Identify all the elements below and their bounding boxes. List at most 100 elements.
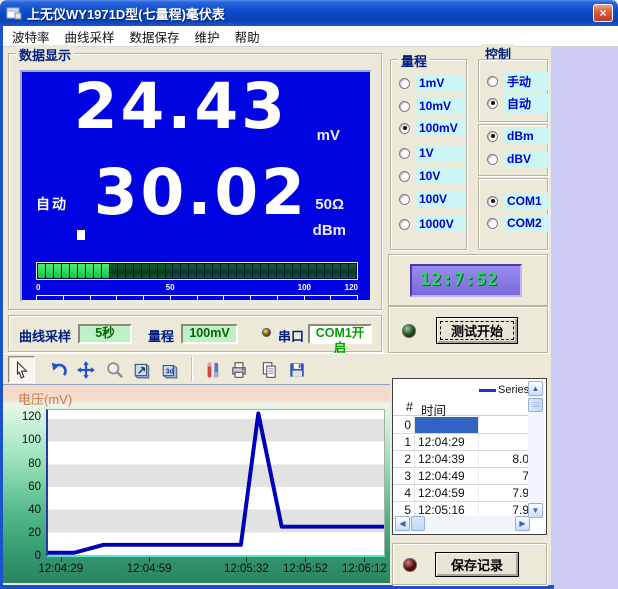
control-option-dBm[interactable]: dBm (487, 128, 550, 144)
cell-value[interactable]: 8.0 (479, 451, 529, 467)
table-header: # 时间 (393, 400, 529, 416)
radio-unselected-icon[interactable] (399, 78, 410, 89)
bar-segment (301, 264, 308, 278)
control-db-group: dBm dBV (478, 124, 548, 176)
app-icon (6, 6, 22, 20)
horizontal-scrollbar[interactable]: ◀ ▶ (395, 516, 530, 532)
cell-time[interactable]: 12:04:39 (415, 451, 479, 467)
cell-value[interactable] (479, 417, 529, 433)
radio-unselected-icon[interactable] (399, 219, 410, 230)
table-row[interactable]: 112:04:29 (393, 434, 529, 451)
scroll-left-icon[interactable]: ◀ (395, 516, 410, 531)
bar-segment (221, 264, 228, 278)
range-option-1000V[interactable]: 1000V (399, 216, 466, 232)
cell-value[interactable]: 7.9 (479, 485, 529, 501)
control-option-dBV[interactable]: dBV (487, 151, 550, 167)
control-option-COM2[interactable]: COM2 (487, 215, 550, 231)
test-group: 测试开始 (388, 306, 548, 353)
window-border-bottom (0, 585, 554, 589)
undo-button[interactable] (45, 356, 72, 383)
copy-button[interactable] (255, 356, 282, 383)
zoom-window-button[interactable] (128, 356, 155, 383)
table-row[interactable]: 212:04:398.0 (393, 451, 529, 468)
radio-selected-icon[interactable] (487, 131, 498, 142)
radio-unselected-icon[interactable] (399, 194, 410, 205)
cell-index[interactable]: 4 (393, 485, 415, 501)
save-button[interactable] (283, 356, 310, 383)
radio-unselected-icon[interactable] (399, 148, 410, 159)
secondary-unit: dBm (313, 222, 346, 239)
horizontal-scroll-thumb[interactable] (411, 516, 425, 531)
ruler-tick (170, 296, 171, 302)
radio-unselected-icon[interactable] (487, 76, 498, 87)
scroll-up-icon[interactable]: ▲ (528, 381, 543, 396)
radio-unselected-icon[interactable] (399, 101, 410, 112)
test-status-led (402, 324, 416, 338)
scroll-right-icon[interactable]: ▶ (515, 516, 530, 531)
bar-segment (253, 264, 260, 278)
rotate-3d-button[interactable]: 3d (156, 356, 183, 383)
cell-value[interactable] (479, 434, 529, 450)
title-bar: 上无仪WY1971D型(七量程)毫伏表 × (0, 0, 618, 26)
cell-index[interactable]: 0 (393, 417, 415, 433)
control-option-自动[interactable]: 自动 (487, 95, 550, 111)
range-option-10V[interactable]: 10V (399, 168, 466, 184)
lcd-display: 24.43 mV 自动 30.02 50Ω dBm 050100120 (20, 70, 372, 302)
select-cursor-icon (13, 361, 31, 379)
save-record-button[interactable]: 保存记录 (435, 552, 519, 577)
radio-unselected-icon[interactable] (487, 154, 498, 165)
control-option-手动[interactable]: 手动 (487, 73, 550, 89)
bar-segment (317, 264, 324, 278)
cell-time[interactable] (415, 417, 479, 433)
radio-selected-icon[interactable] (487, 196, 498, 207)
radio-unselected-icon[interactable] (487, 218, 498, 229)
impedance-label: 50Ω (315, 196, 344, 213)
table-row[interactable]: 0 (393, 417, 529, 434)
menu-item-3[interactable]: 数据保存 (124, 25, 189, 48)
vertical-scroll-thumb[interactable] (528, 398, 543, 412)
range-option-1mV[interactable]: 1mV (399, 75, 466, 91)
level-bar-ruler (36, 295, 358, 302)
level-bar-scale: 050100120 (36, 283, 358, 292)
select-cursor-button[interactable] (8, 356, 35, 383)
cell-index[interactable]: 3 (393, 468, 415, 484)
bar-segment (102, 264, 109, 278)
print-icon (230, 361, 248, 379)
table-row[interactable]: 312:04:497 (393, 468, 529, 485)
range-label: 1000V (416, 216, 466, 232)
zoom-button[interactable] (101, 356, 128, 383)
cell-time[interactable]: 12:04:59 (415, 485, 479, 501)
radio-selected-icon[interactable] (399, 123, 410, 134)
start-test-button[interactable]: 测试开始 (436, 317, 518, 344)
zoom-window-icon (133, 361, 151, 379)
bar-segment (118, 264, 125, 278)
menu-bar: 波特率曲线采样数据保存维护帮助 (3, 26, 618, 47)
table-row[interactable]: 412:04:597.9 (393, 485, 529, 502)
control-option-COM1[interactable]: COM1 (487, 193, 550, 209)
cell-value[interactable]: 7 (479, 468, 529, 484)
range-option-1V[interactable]: 1V (399, 145, 466, 161)
cell-index[interactable]: 1 (393, 434, 415, 450)
bar-segment (173, 264, 180, 278)
range-option-100mV[interactable]: 100mV (399, 120, 466, 136)
radio-unselected-icon[interactable] (399, 171, 410, 182)
print-button[interactable] (225, 356, 252, 383)
bar-segment (181, 264, 188, 278)
cell-index[interactable]: 2 (393, 451, 415, 467)
cell-time[interactable]: 12:04:49 (415, 468, 479, 484)
pan-button[interactable] (72, 356, 99, 383)
radio-selected-icon[interactable] (487, 98, 498, 109)
cell-time[interactable]: 12:04:29 (415, 434, 479, 450)
menu-item-5[interactable]: 帮助 (229, 25, 269, 48)
tools-button[interactable] (199, 356, 226, 383)
range-option-10mV[interactable]: 10mV (399, 98, 466, 114)
scroll-down-icon[interactable]: ▼ (528, 503, 543, 518)
bar-segment (94, 264, 101, 278)
range-option-100V[interactable]: 100V (399, 191, 466, 207)
x-axis-label: 12:05:32 (224, 563, 269, 575)
x-axis-label: 12:04:29 (38, 563, 83, 575)
vertical-scrollbar[interactable]: ▲ ▼ (528, 381, 544, 518)
ruler-tick (197, 296, 198, 302)
close-button[interactable]: × (593, 4, 613, 22)
menu-item-4[interactable]: 维护 (189, 25, 229, 48)
